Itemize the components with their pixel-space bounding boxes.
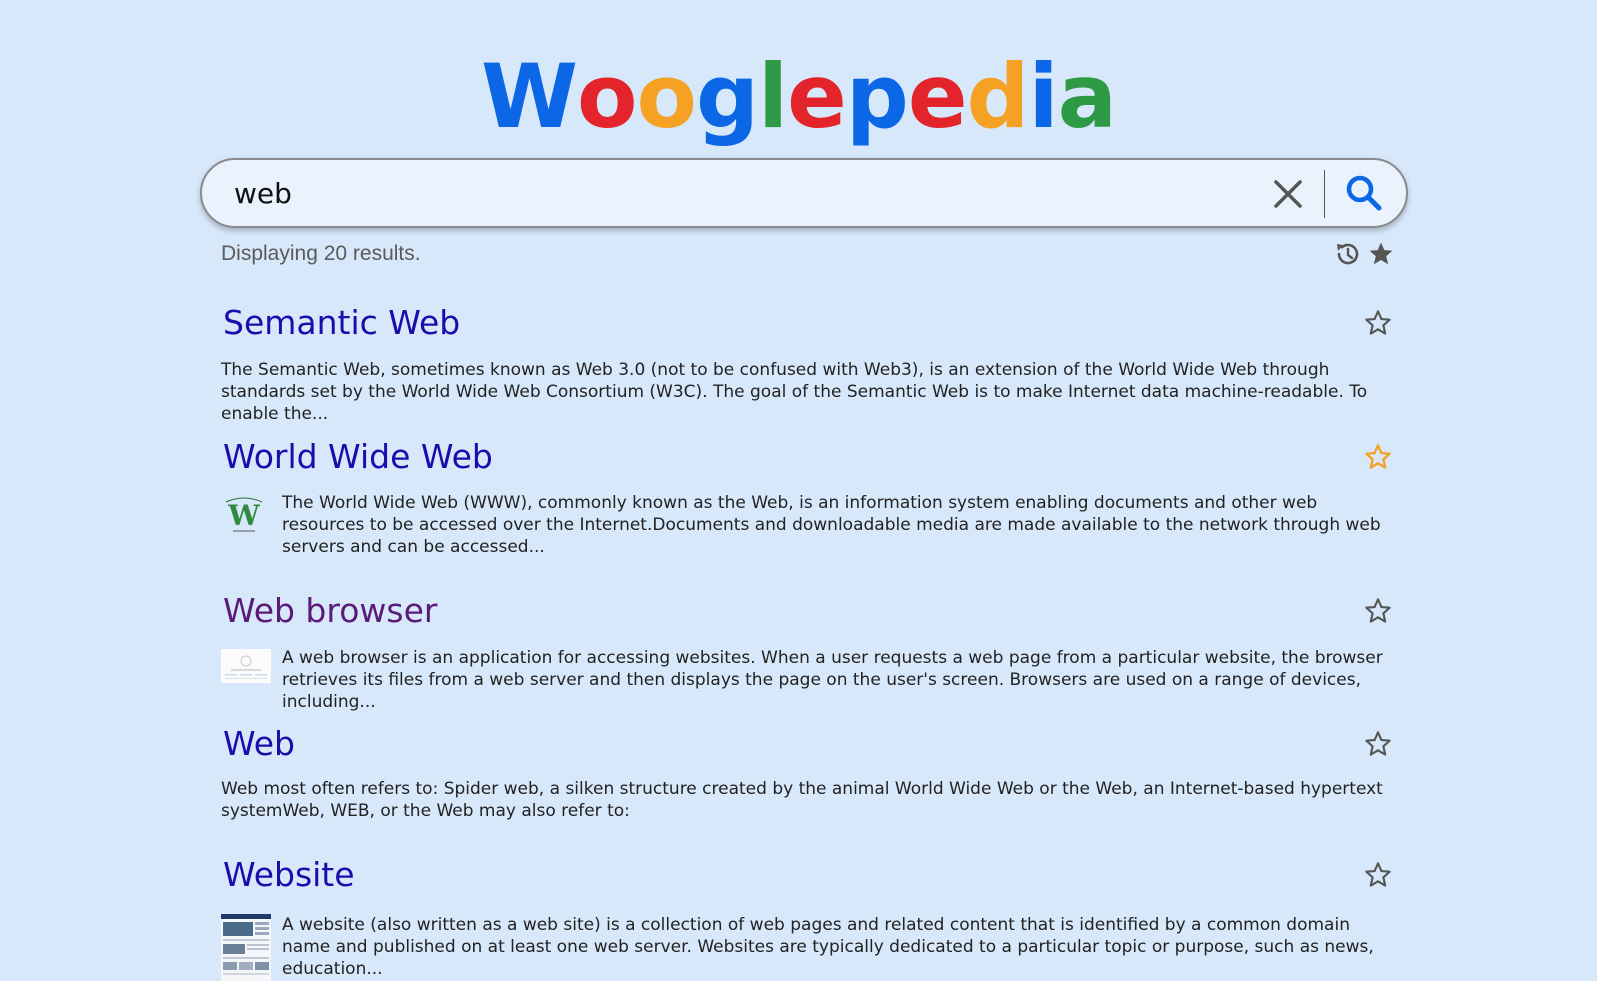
result-snippet: The World Wide Web (WWW), commonly known…: [282, 493, 1381, 557]
result-title-link[interactable]: Semantic Web: [223, 303, 460, 343]
svg-text:W: W: [227, 499, 260, 532]
result-snippet: The Semantic Web, sometimes known as Web…: [221, 360, 1368, 424]
search-divider: [1324, 170, 1325, 218]
logo-letter: a: [1057, 45, 1117, 148]
favorite-toggle-button[interactable]: [1364, 597, 1392, 625]
result-snippet: Web most often refers to: Spider web, a …: [221, 779, 1383, 821]
history-button[interactable]: [1334, 241, 1360, 267]
close-icon: [1274, 180, 1302, 208]
star-filled-icon: [1369, 242, 1393, 265]
results-count: Displaying 20 results.: [221, 242, 421, 265]
result-title-link[interactable]: Website: [223, 855, 355, 895]
result-thumbnail: W: [221, 493, 267, 535]
logo-letter: o: [636, 45, 696, 148]
star-outline-icon: [1365, 310, 1391, 335]
search-icon: [1346, 175, 1382, 211]
logo-letter: e: [907, 45, 968, 148]
logo-letter: W: [480, 45, 578, 148]
search-button[interactable]: [1344, 173, 1384, 213]
website-screenshot-image: [221, 914, 271, 981]
search-input[interactable]: [234, 170, 1234, 216]
logo-letter: i: [1028, 45, 1059, 148]
logo-letter: d: [966, 45, 1030, 148]
logo-letter: p: [845, 45, 909, 148]
favorite-toggle-button[interactable]: [1364, 861, 1392, 889]
star-outline-icon: [1365, 862, 1391, 887]
result-title-link[interactable]: Web: [223, 724, 295, 764]
favorite-toggle-button[interactable]: [1364, 443, 1392, 471]
site-logo: Wooglepedia: [0, 42, 1597, 152]
clear-search-button[interactable]: [1270, 176, 1306, 212]
browser-screenshot-image: [221, 649, 271, 683]
result-thumbnail: [221, 914, 271, 981]
result-snippet: A website (also written as a web site) i…: [282, 915, 1374, 979]
search-bar: [200, 158, 1408, 228]
favorites-button[interactable]: [1368, 241, 1394, 267]
result-title-link[interactable]: World Wide Web: [223, 437, 493, 477]
star-outline-icon: [1365, 598, 1391, 623]
logo-letter: o: [577, 45, 637, 148]
favorite-toggle-button[interactable]: [1364, 309, 1392, 337]
star-outline-icon: [1365, 444, 1391, 469]
star-outline-icon: [1365, 731, 1391, 756]
logo-letter: g: [695, 45, 759, 148]
result-title-link[interactable]: Web browser: [223, 591, 437, 631]
result-thumbnail: [221, 649, 271, 683]
logo-letter: e: [787, 45, 847, 148]
history-icon: [1337, 243, 1359, 265]
favorite-toggle-button[interactable]: [1364, 730, 1392, 758]
result-snippet: A web browser is an application for acce…: [282, 648, 1383, 712]
logo-letter: l: [757, 45, 788, 148]
www-logo-image: W: [225, 497, 263, 532]
